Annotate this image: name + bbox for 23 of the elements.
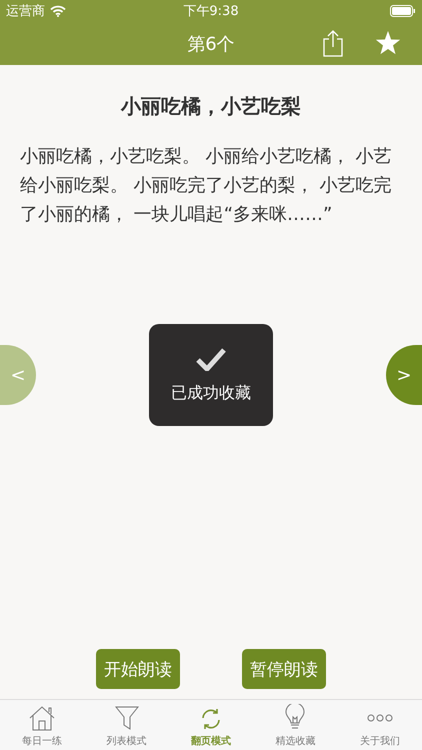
article-title: 小丽吃橘，小艺吃梨 bbox=[120, 93, 302, 120]
more-icon bbox=[366, 713, 393, 723]
tab-item[interactable]: 列表模式 bbox=[84, 700, 169, 750]
wifi-icon bbox=[50, 5, 66, 17]
checkmark-icon bbox=[196, 346, 226, 370]
tab-item[interactable]: 翻页模式 bbox=[168, 700, 254, 750]
funnel-icon bbox=[114, 705, 139, 731]
read-button[interactable]: 暂停朗读 bbox=[242, 649, 326, 689]
house-icon bbox=[28, 705, 56, 731]
tab-item[interactable]: 每日一练 bbox=[0, 700, 84, 750]
status-time: 下午9:38 bbox=[183, 3, 239, 20]
nav-title: 第6个 bbox=[187, 32, 235, 56]
tab-item[interactable]: 精选收藏 bbox=[253, 700, 338, 750]
article-text: 小丽吃橘，小艺吃梨。 小丽给小艺吃橘， 小艺给小丽吃梨。 小丽吃完了小艺的梨， 小艺吃完了小丽的橘， 一块儿唱起“多来咪……” bbox=[20, 145, 392, 227]
tab-item[interactable]: 关于我们 bbox=[338, 700, 422, 750]
star-icon[interactable] bbox=[375, 31, 401, 56]
lightbulb-icon bbox=[285, 704, 306, 731]
share-icon[interactable] bbox=[322, 29, 344, 57]
toast-message: 已成功收藏 bbox=[171, 382, 251, 404]
read-button[interactable]: 开始朗读 bbox=[96, 649, 180, 689]
battery-icon bbox=[390, 5, 416, 17]
next-button[interactable]: > bbox=[386, 345, 422, 405]
carrier-name: 运营商 bbox=[6, 3, 45, 20]
